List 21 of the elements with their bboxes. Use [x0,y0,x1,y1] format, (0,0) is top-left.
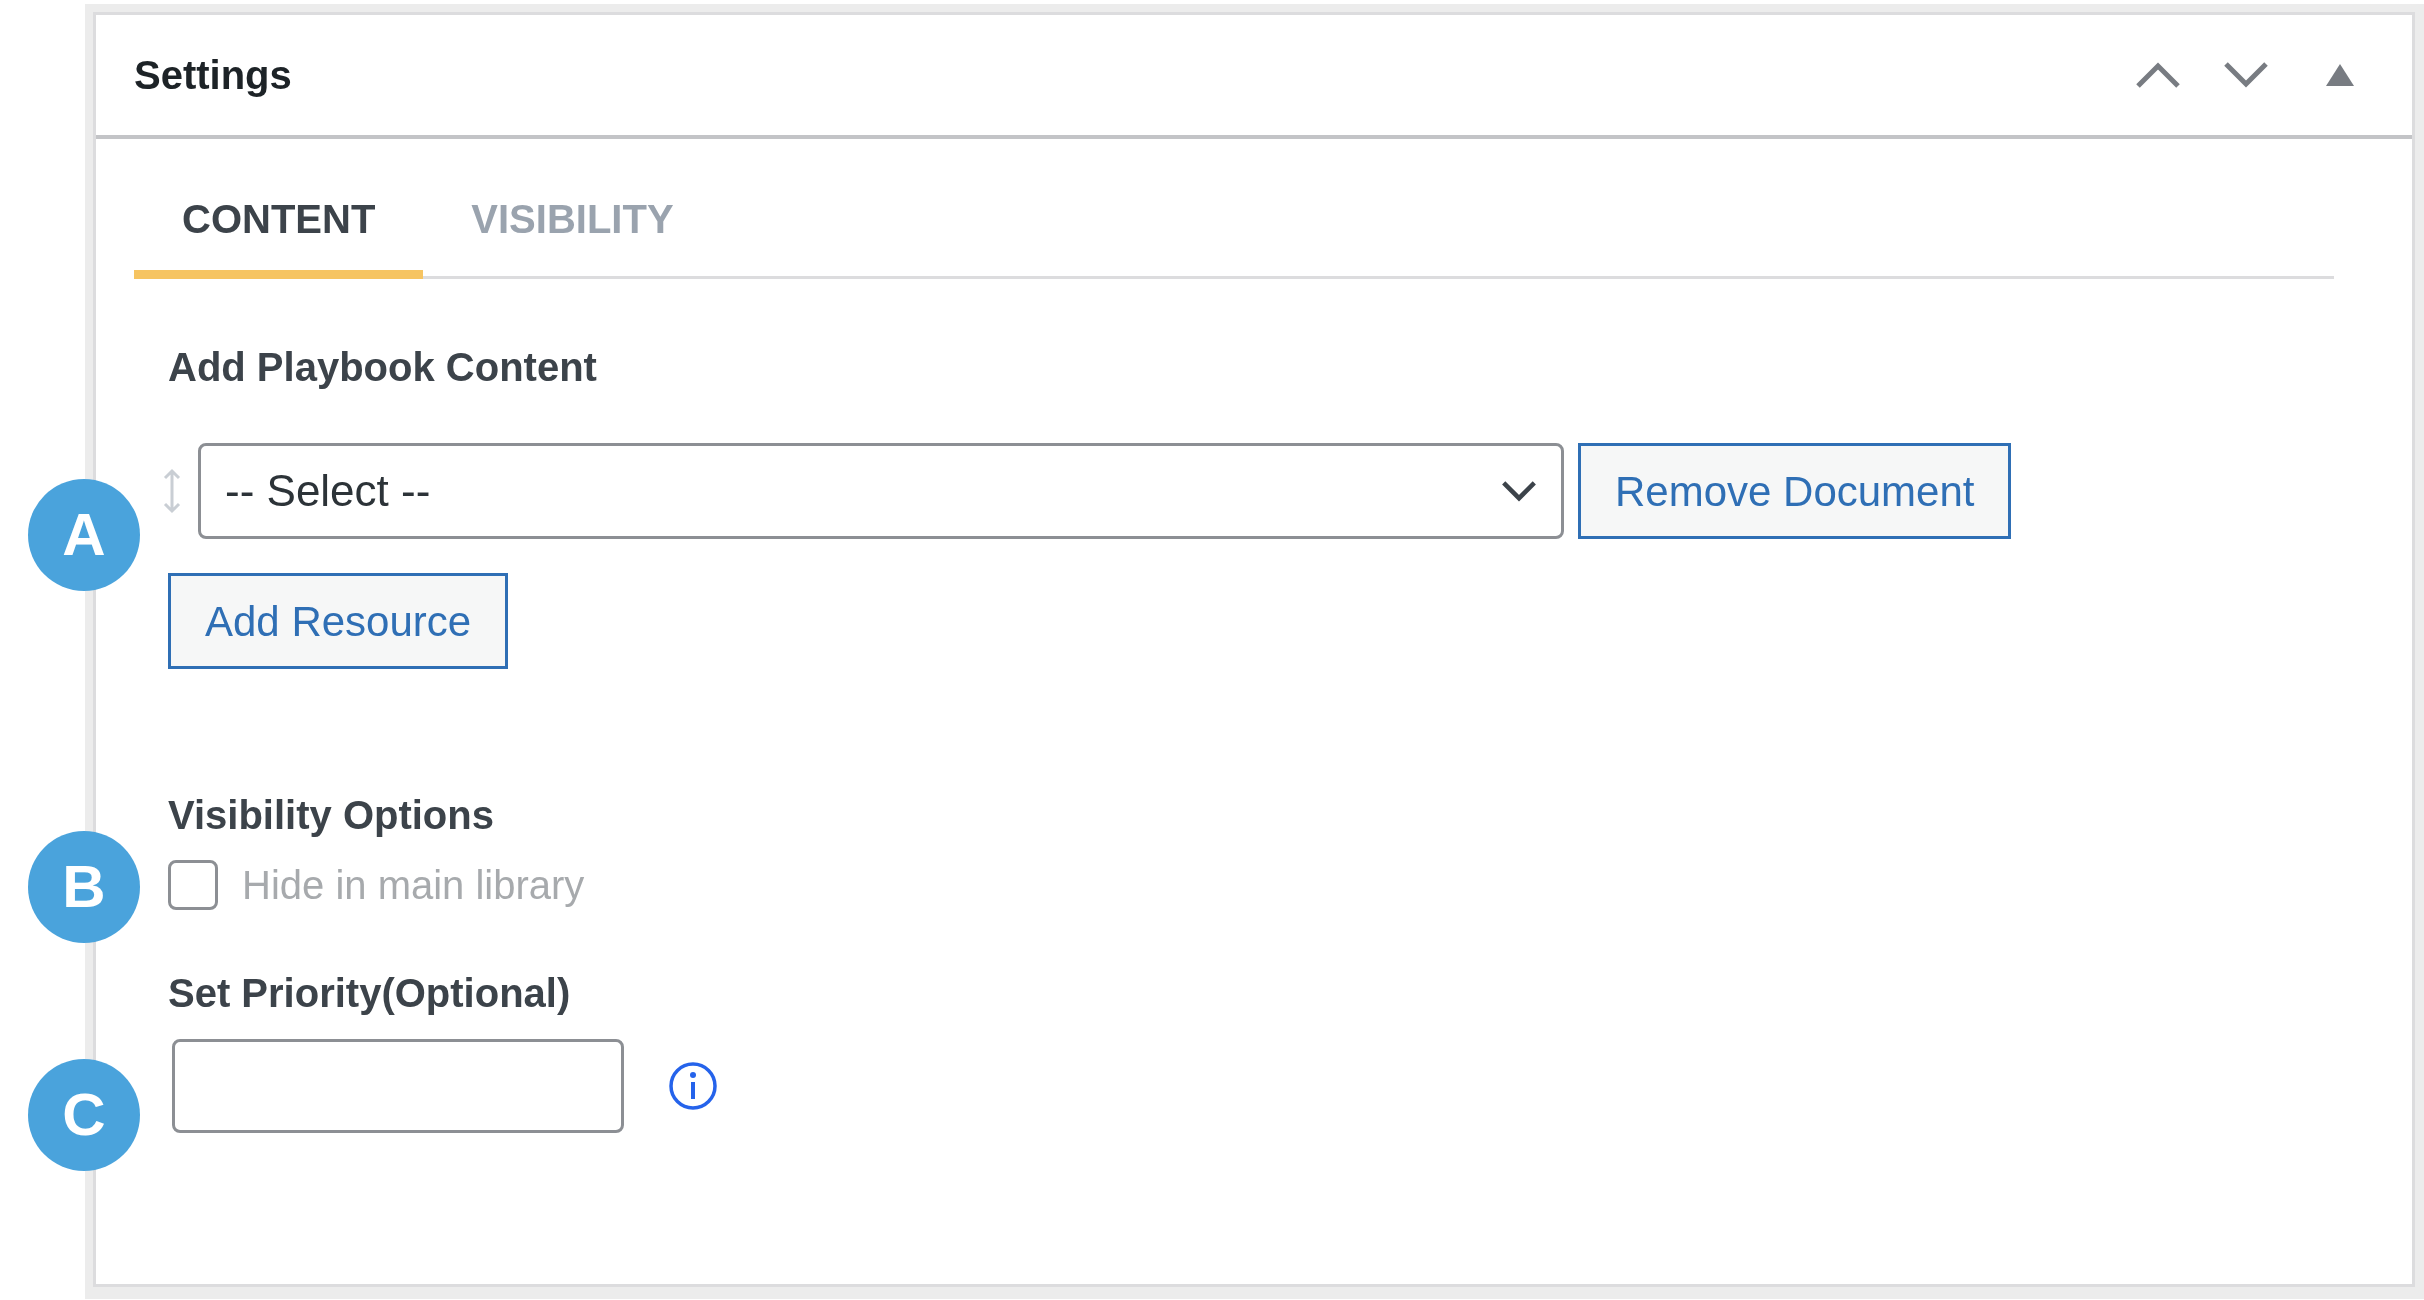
move-up-icon[interactable] [2134,60,2182,90]
remove-document-button[interactable]: Remove Document [1578,443,2012,539]
section-heading: Add Playbook Content [168,344,598,391]
field-label: Set Priority(Optional) [168,970,572,1017]
checkbox-label: Hide in main library [242,862,585,909]
callout-badge: A [28,479,140,591]
callout-badge: C [28,1059,140,1171]
chevron-down-icon [1501,480,1537,502]
drag-handle-icon[interactable] [162,467,182,515]
move-down-icon[interactable] [2222,60,2270,90]
panel-title: Settings [134,52,292,99]
collapse-icon[interactable] [2326,64,2354,86]
tab[interactable]: CONTENT [134,167,424,279]
tab[interactable]: VISIBILITY [423,167,722,279]
callout-badge: B [28,831,140,943]
add-resource-button[interactable]: Add Resource [168,573,509,669]
section-heading: Visibility Options [168,792,495,839]
priority-field[interactable] [172,1039,624,1133]
info-icon[interactable] [668,1061,718,1111]
document-select[interactable]: -- Select -- [198,443,1564,539]
checkbox[interactable] [168,860,218,910]
